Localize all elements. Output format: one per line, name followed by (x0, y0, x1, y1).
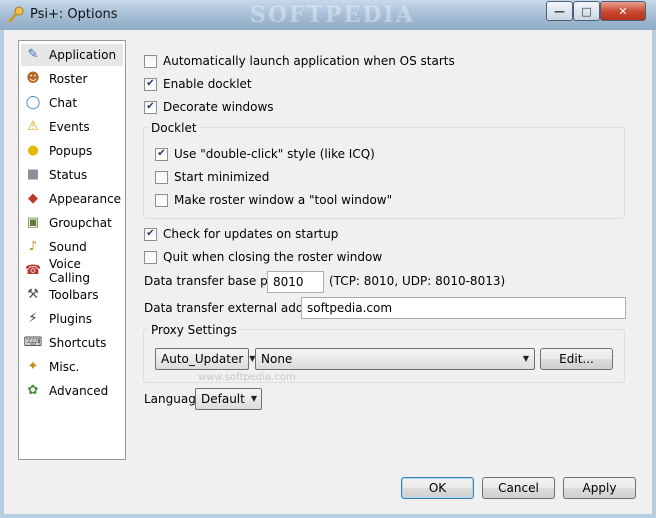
misc-icon: ✦ (27, 359, 39, 374)
status-icon: ■ (26, 167, 40, 182)
language-select[interactable]: Default ▼ (195, 388, 262, 410)
voice-calling-icon: ☎ (24, 263, 42, 278)
double-click-option[interactable]: ✔ Use "double-click" style (like ICQ) (155, 147, 375, 161)
sidebar-item-label: Chat (49, 96, 78, 110)
sidebar-item-roster[interactable]: ☻ Roster (21, 68, 123, 90)
sidebar-item-label: Shortcuts (49, 336, 107, 350)
check-updates-label: Check for updates on startup (163, 227, 339, 241)
enable-docklet-checkbox[interactable]: ✔ (144, 77, 157, 91)
ok-button[interactable]: OK (401, 477, 474, 499)
proxy-select[interactable]: None ▼ (255, 348, 535, 370)
apply-button[interactable]: Apply (563, 477, 636, 499)
sidebar-item-label: Events (49, 120, 90, 134)
appearance-icon: ◆ (28, 191, 38, 206)
sidebar-item-toolbars[interactable]: ⚒ Toolbars (21, 284, 123, 306)
softpedia-url-watermark: www.softpedia.com (198, 372, 296, 383)
tool-window-label: Make roster window a "tool window" (174, 193, 393, 207)
sidebar-item-label: Sound (49, 240, 87, 254)
double-click-label: Use "double-click" style (like ICQ) (174, 147, 375, 161)
sidebar-item-sound[interactable]: ♪ Sound (21, 236, 123, 258)
sound-icon: ♪ (28, 239, 38, 254)
sidebar-item-label: Appearance (49, 192, 122, 206)
shortcuts-icon: ⌨ (23, 335, 43, 350)
psi-app-icon (8, 6, 24, 23)
maximize-button[interactable]: □ (573, 1, 600, 21)
sidebar-item-appearance[interactable]: ◆ Appearance (21, 188, 123, 210)
sidebar-item-advanced[interactable]: ✿ Advanced (21, 380, 123, 402)
auto-launch-checkbox[interactable] (144, 54, 157, 68)
proxy-edit-button[interactable]: Edit... (540, 348, 613, 370)
language-value: Default (201, 392, 245, 406)
sidebar-item-label: Misc. (49, 360, 80, 374)
sidebar-item-label: Plugins (49, 312, 92, 326)
chevron-down-icon: ▼ (250, 394, 258, 403)
quit-on-close-label: Quit when closing the roster window (163, 250, 383, 264)
quit-on-close-checkbox[interactable] (144, 250, 157, 264)
toolbars-icon: ⚒ (27, 287, 39, 302)
sidebar-item-events[interactable]: ⚠ Events (21, 116, 123, 138)
sidebar-item-label: Popups (49, 144, 93, 158)
sidebar-item-status[interactable]: ■ Status (21, 164, 123, 186)
sidebar-item-plugins[interactable]: ⚡ Plugins (21, 308, 123, 330)
proxy-service-select[interactable]: Auto_Updater ▼ (155, 348, 255, 370)
sidebar-item-chat[interactable]: ◯ Chat (21, 92, 123, 114)
sidebar-item-popups[interactable]: ● Popups (21, 140, 123, 162)
decorate-windows-label: Decorate windows (163, 100, 274, 114)
check-updates-checkbox[interactable]: ✔ (144, 227, 157, 241)
close-button[interactable]: ✕ (600, 1, 646, 21)
start-minimized-option[interactable]: Start minimized (155, 170, 269, 184)
decorate-windows-option[interactable]: ✔ Decorate windows (144, 100, 274, 114)
options-sidebar: ✎ Application ☻ Roster ◯ Chat ⚠ Events ● Popups ■ S… (18, 40, 126, 460)
external-address-input[interactable]: softpedia.com (301, 297, 626, 319)
enable-docklet-label: Enable docklet (163, 77, 252, 91)
enable-docklet-option[interactable]: ✔ Enable docklet (144, 77, 252, 91)
sidebar-item-application[interactable]: ✎ Application (21, 44, 123, 66)
chevron-down-icon: ▼ (522, 354, 529, 363)
quit-on-close-option[interactable]: Quit when closing the roster window (144, 250, 382, 264)
sidebar-item-label: Application (49, 48, 117, 62)
advanced-icon: ✿ (27, 383, 39, 398)
auto-launch-label: Automatically launch application when OS… (163, 54, 455, 68)
window-title: Psi+: Options (30, 7, 118, 22)
proxy-settings-title: Proxy Settings (149, 323, 239, 337)
roster-icon: ☻ (26, 71, 40, 86)
tool-window-checkbox[interactable] (155, 193, 168, 207)
transfer-port-input[interactable]: 8010 (267, 271, 324, 293)
sidebar-item-label: Roster (49, 72, 88, 86)
sidebar-item-label: Advanced (49, 384, 109, 398)
start-minimized-checkbox[interactable] (155, 170, 168, 184)
double-click-checkbox[interactable]: ✔ (155, 147, 168, 161)
transfer-port-hint: (TCP: 8010, UDP: 8010-8013) (329, 274, 506, 288)
chat-icon: ◯ (25, 95, 41, 110)
events-icon: ⚠ (27, 119, 39, 134)
auto-launch-option[interactable]: Automatically launch application when OS… (144, 54, 455, 68)
docklet-group-title: Docklet (149, 121, 199, 135)
softpedia-watermark: SOFTPEDIA (250, 2, 415, 28)
application-icon: ✎ (27, 47, 39, 62)
sidebar-item-label: Toolbars (49, 288, 99, 302)
decorate-windows-checkbox[interactable]: ✔ (144, 100, 157, 114)
popups-icon: ● (27, 143, 39, 158)
cancel-button[interactable]: Cancel (482, 477, 555, 499)
options-window: Psi+: Options SOFTPEDIA — □ ✕ ✎ Applicati… (0, 0, 656, 518)
proxy-service-value: Auto_Updater (161, 352, 244, 366)
check-updates-option[interactable]: ✔ Check for updates on startup (144, 227, 338, 241)
title-bar[interactable]: Psi+: Options SOFTPEDIA — □ ✕ (0, 0, 656, 31)
sidebar-item-label: Status (49, 168, 88, 182)
sidebar-item-shortcuts[interactable]: ⌨ Shortcuts (21, 332, 123, 354)
plugins-icon: ⚡ (28, 311, 38, 326)
groupchat-icon: ▣ (26, 215, 40, 230)
minimize-button[interactable]: — (546, 1, 573, 21)
start-minimized-label: Start minimized (174, 170, 270, 184)
sidebar-item-misc[interactable]: ✦ Misc. (21, 356, 123, 378)
tool-window-option[interactable]: Make roster window a "tool window" (155, 193, 392, 207)
sidebar-item-label: Groupchat (49, 216, 112, 230)
proxy-value: None (261, 352, 293, 366)
sidebar-item-label: Voice Calling (49, 257, 90, 285)
sidebar-item-voice-calling[interactable]: ☎ Voice Calling (21, 257, 123, 285)
sidebar-item-groupchat[interactable]: ▣ Groupchat (21, 212, 123, 234)
